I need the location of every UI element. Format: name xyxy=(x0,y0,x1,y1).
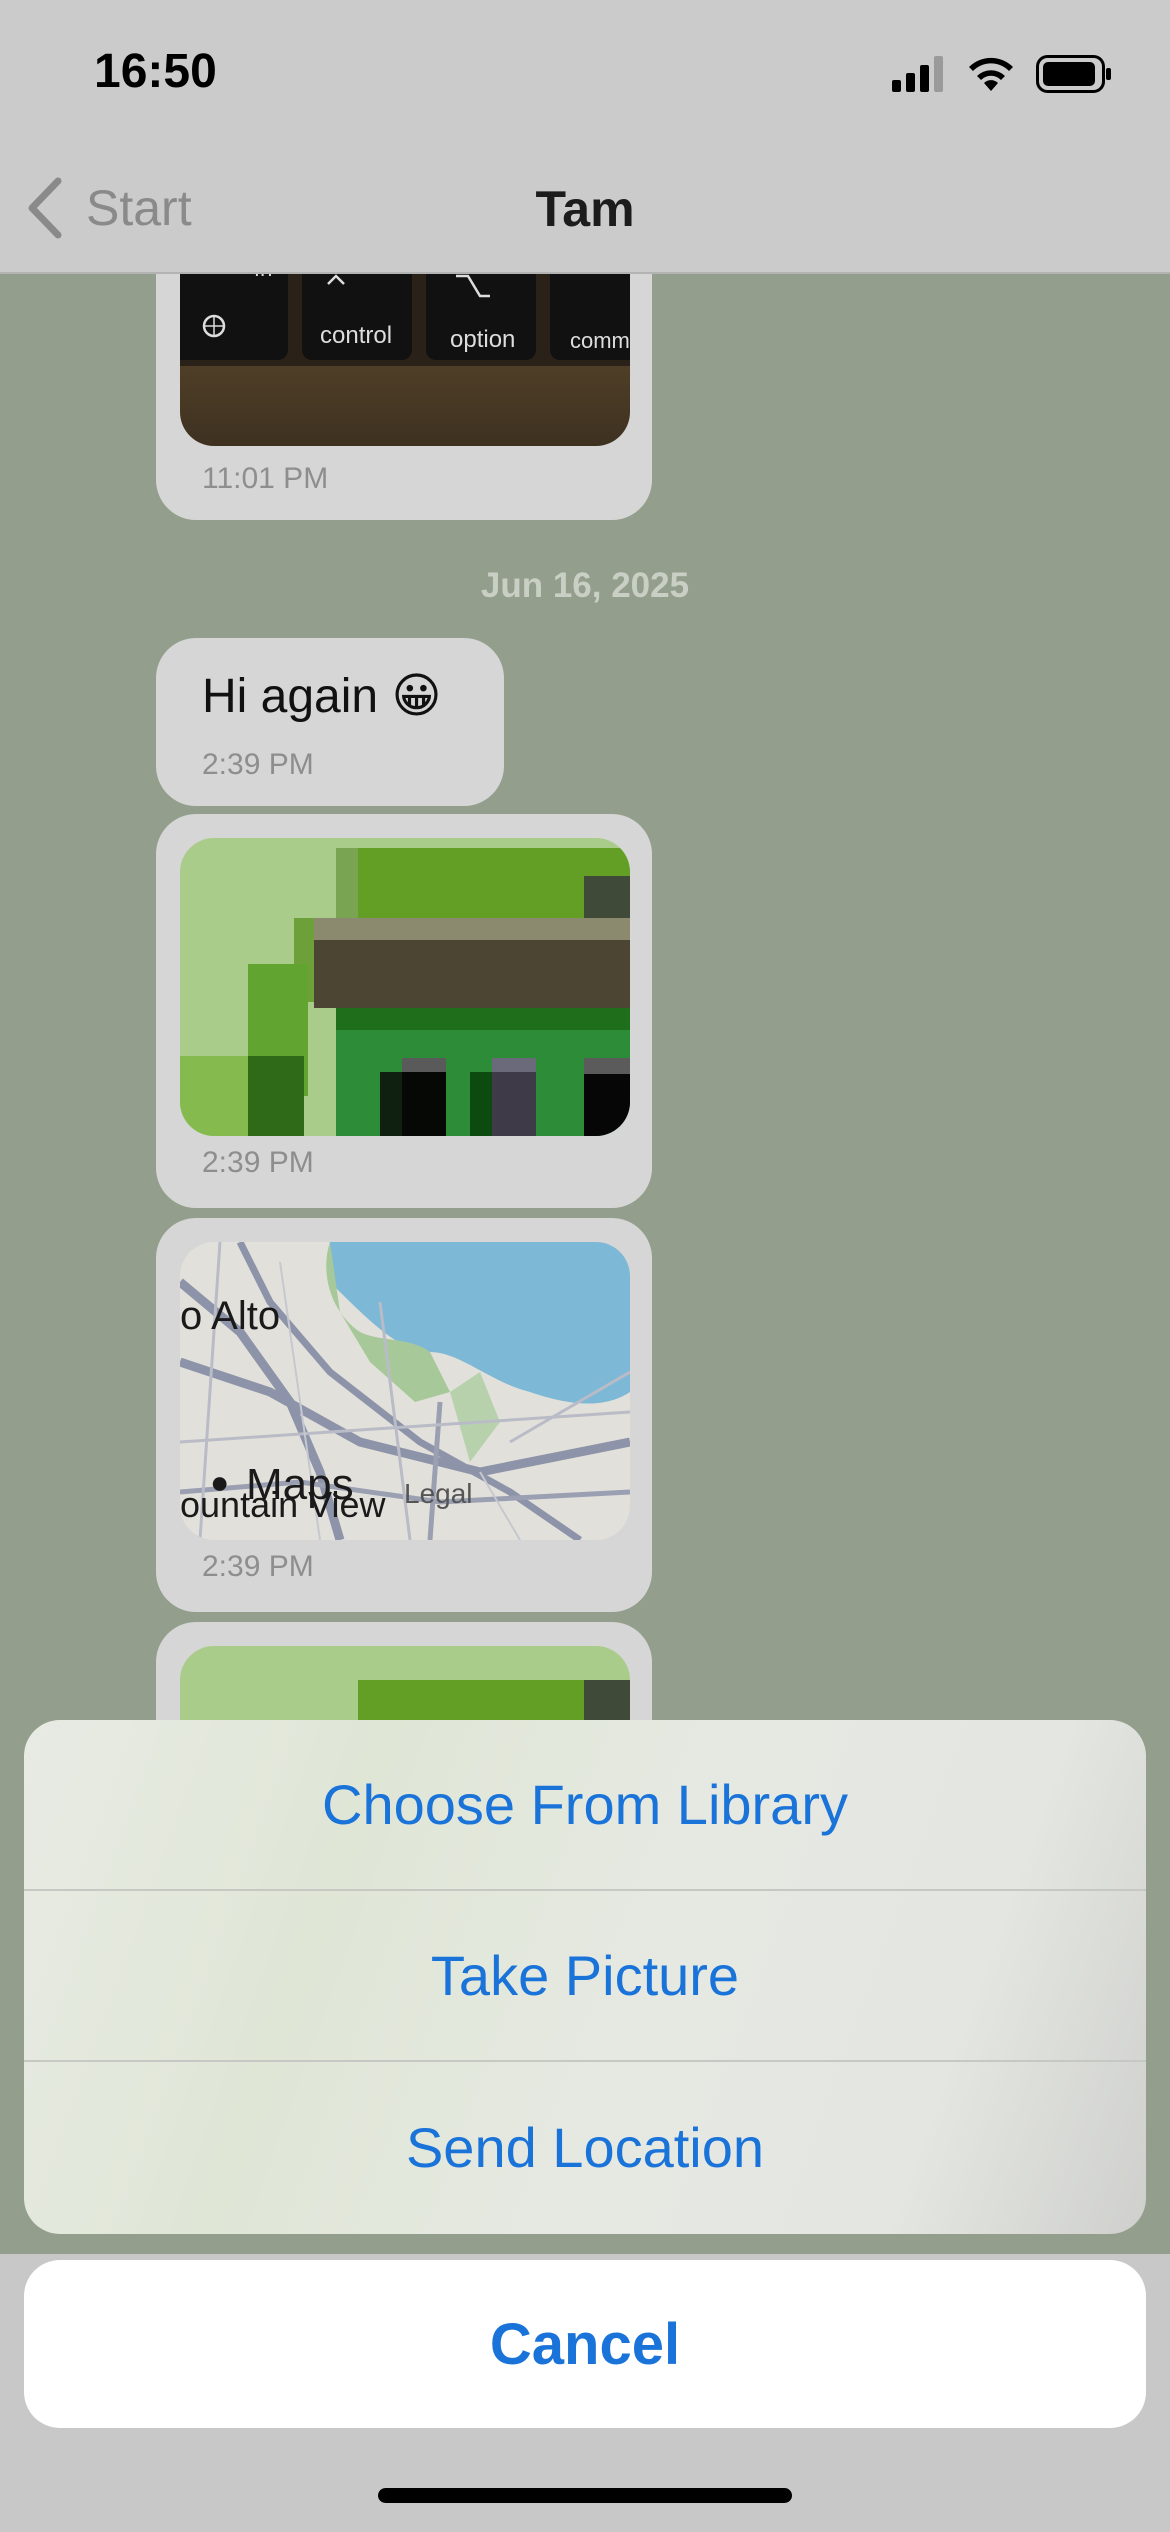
map-label-city: o Alto xyxy=(180,1294,281,1338)
cancel-button[interactable]: Cancel xyxy=(24,2260,1146,2428)
map-legal-link[interactable]: Legal xyxy=(404,1478,473,1510)
photo-message[interactable]: fn control option comm 11:01 PM xyxy=(156,274,652,520)
status-time: 16:50 xyxy=(94,45,217,98)
message-time: 2:39 PM xyxy=(202,1146,314,1179)
message-time: 2:39 PM xyxy=(202,1550,314,1583)
message-time: 2:39 PM xyxy=(202,748,314,781)
map-thumbnail[interactable]: o Alto ● Maps ountain View Legal xyxy=(180,1242,630,1540)
key-label-comm: comm xyxy=(570,328,630,353)
key-label-option: option xyxy=(450,326,516,353)
photo-message[interactable]: 2:39 PM xyxy=(156,814,652,1208)
message-text: Hi again 😀 xyxy=(202,670,442,723)
nav-bar: Start Tam xyxy=(0,150,1170,274)
date-separator: Jun 16, 2025 xyxy=(480,566,690,605)
map-label-city-2: ountain View xyxy=(180,1484,386,1525)
home-indicator[interactable] xyxy=(378,2488,792,2503)
send-location-button[interactable]: Send Location xyxy=(24,2062,1146,2233)
choose-from-library-button[interactable]: Choose From Library xyxy=(24,1720,1146,1891)
key-label-control: control xyxy=(320,322,393,349)
wifi-icon xyxy=(969,57,1013,91)
status-icons xyxy=(892,52,1112,96)
battery-icon xyxy=(1036,55,1111,93)
location-message[interactable]: o Alto ● Maps ountain View Legal 2:39 PM xyxy=(156,1218,652,1612)
page-title: Tam xyxy=(535,181,635,237)
message-time: 11:01 PM xyxy=(202,462,329,495)
key-label-fn: fn xyxy=(254,274,272,282)
keyboard-photo[interactable]: fn control option comm xyxy=(180,274,630,446)
take-picture-button[interactable]: Take Picture xyxy=(24,1891,1146,2062)
text-message[interactable]: Hi again 😀 2:39 PM xyxy=(156,638,504,806)
action-sheet: Choose From Library Take Picture Send Lo… xyxy=(24,1720,1146,2234)
status-bar: 16:50 xyxy=(0,0,1170,150)
pixel-art-photo[interactable] xyxy=(180,838,630,1136)
signal-icon xyxy=(892,56,943,92)
